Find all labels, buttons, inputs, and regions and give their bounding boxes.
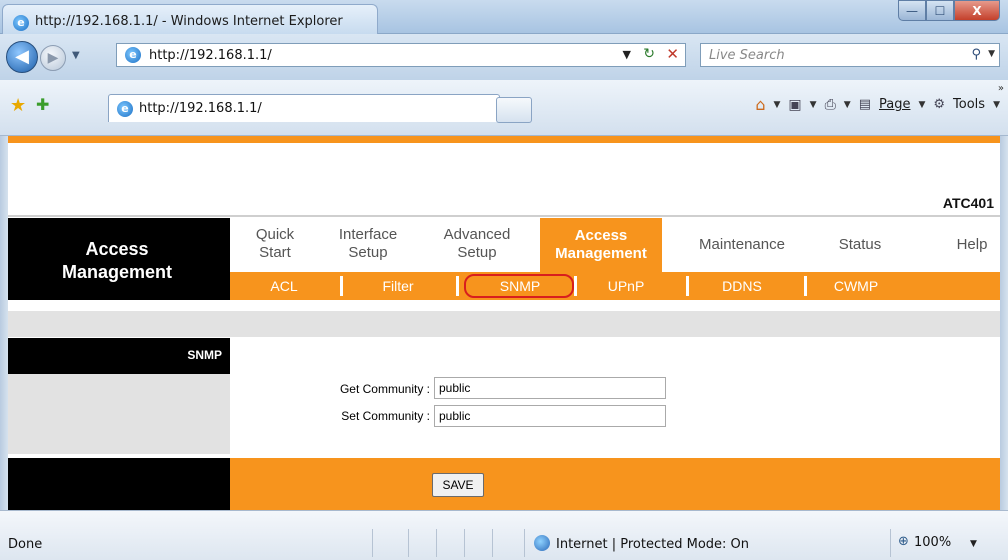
model-name: ATC401	[942, 195, 994, 211]
status-divider	[372, 529, 373, 557]
maximize-button[interactable]: ☐	[926, 0, 954, 21]
subnav-acl[interactable]: ACL	[234, 278, 334, 294]
footer-orange-bar	[230, 458, 1000, 510]
header-divider	[8, 215, 1000, 217]
window-title: http://192.168.1.1/ - Windows Internet E…	[35, 14, 343, 29]
subnav-separator	[686, 276, 689, 296]
status-divider	[492, 529, 493, 557]
subnav-ddns[interactable]: DDNS	[692, 278, 792, 294]
recent-pages-dropdown[interactable]: ▼	[72, 50, 80, 61]
subnav-separator	[340, 276, 343, 296]
top-orange-strip	[8, 136, 1000, 143]
sub-nav: ACL Filter SNMP UPnP DDNS CWMP	[230, 272, 1000, 300]
new-tab-button[interactable]	[496, 97, 532, 123]
footer-black-block	[8, 458, 230, 510]
subnav-snmp[interactable]: SNMP	[470, 278, 570, 294]
add-favorites-icon[interactable]: ✚	[36, 95, 49, 114]
nav-access-management[interactable]: Access Management	[540, 218, 662, 272]
print-icon[interactable]: ⎙	[825, 97, 836, 113]
favorites-command-bar: ★ ✚ e http://192.168.1.1/ ⌂ ▼ ▣ ▼ ⎙ ▼ ▤ …	[0, 80, 1008, 136]
forward-button[interactable]: ▶	[40, 45, 66, 71]
main-nav: Quick Start Interface Setup Advanced Setup …	[230, 218, 1000, 272]
left-frame-edge	[0, 136, 8, 510]
router-page: ATC401 Access Management Quick Start Inte…	[8, 136, 1000, 510]
search-placeholder: Live Search	[709, 48, 785, 63]
home-icon[interactable]: ⌂	[755, 95, 765, 114]
tools-menu-button[interactable]: Tools	[953, 97, 985, 112]
favorites-star-icon[interactable]: ★	[10, 95, 26, 116]
get-community-input[interactable]	[434, 377, 666, 399]
address-url[interactable]: http://192.168.1.1/	[149, 48, 272, 63]
page-menu-button[interactable]: Page	[879, 97, 910, 112]
address-field[interactable]: e http://192.168.1.1/ ▼ ↻ ✕	[116, 43, 686, 67]
status-divider	[408, 529, 409, 557]
feeds-icon[interactable]: ▣	[788, 97, 801, 113]
nav-interface-setup[interactable]: Interface Setup	[324, 226, 412, 262]
print-dropdown-icon[interactable]: ▼	[844, 100, 851, 110]
set-community-label: Set Community :	[341, 409, 430, 423]
ie-logo-icon: e	[13, 15, 29, 31]
page-favicon-icon: e	[125, 47, 141, 63]
status-divider	[436, 529, 437, 557]
search-options-icon[interactable]: ▼	[988, 49, 995, 59]
command-buttons: ⌂ ▼ ▣ ▼ ⎙ ▼ ▤ Page ▼ ⚙ Tools ▼	[755, 95, 1000, 114]
status-divider	[464, 529, 465, 557]
subnav-filter[interactable]: Filter	[348, 278, 448, 294]
nav-help[interactable]: Help	[942, 236, 1000, 254]
tab-favicon-icon: e	[117, 101, 133, 117]
left-gray-column	[8, 374, 230, 454]
right-frame-edge	[1000, 136, 1008, 510]
close-button[interactable]: X	[954, 0, 1000, 21]
subnav-cwmp[interactable]: CWMP	[806, 278, 906, 294]
section-title-line1: Access	[85, 239, 149, 259]
save-button[interactable]: SAVE	[432, 473, 484, 497]
address-toolbar: ◀ ▶ ▼ e http://192.168.1.1/ ▼ ↻ ✕ Live S…	[0, 34, 1008, 80]
more-commands-icon[interactable]: »	[998, 83, 1004, 94]
stop-icon[interactable]: ✕	[666, 45, 679, 63]
nav-advanced-setup[interactable]: Advanced Setup	[430, 226, 524, 262]
window-controls: — ☐ X	[898, 0, 1000, 22]
subnav-upnp[interactable]: UPnP	[576, 278, 676, 294]
search-input[interactable]: Live Search ⚲ ▼	[700, 43, 1000, 67]
tools-icon: ⚙	[933, 97, 946, 112]
search-icon[interactable]: ⚲	[971, 47, 981, 62]
section-title-line2: Management	[61, 262, 173, 282]
zoom-icon[interactable]: ⊕	[898, 534, 909, 549]
set-community-input[interactable]	[434, 405, 666, 427]
address-dropdown-icon[interactable]: ▼	[623, 48, 631, 61]
home-dropdown-icon[interactable]: ▼	[773, 100, 780, 110]
status-bar: Done Internet | Protected Mode: On ⊕ 100…	[0, 510, 1008, 560]
page-icon: ▤	[858, 97, 871, 112]
spacer-band	[8, 311, 1000, 337]
internet-zone-globe-icon	[534, 535, 550, 551]
status-divider	[524, 529, 525, 557]
nav-quick-start[interactable]: Quick Start	[244, 226, 306, 262]
subnav-separator	[456, 276, 459, 296]
page-dropdown-icon[interactable]: ▼	[918, 100, 925, 110]
nav-status[interactable]: Status	[820, 236, 900, 254]
title-tab: e http://192.168.1.1/ - Windows Internet…	[2, 4, 378, 34]
get-community-label: Get Community :	[339, 382, 430, 396]
feeds-dropdown-icon[interactable]: ▼	[810, 100, 817, 110]
tab-title: http://192.168.1.1/	[139, 101, 262, 116]
status-divider	[890, 529, 891, 557]
refresh-icon[interactable]: ↻	[643, 46, 655, 62]
status-text: Done	[8, 537, 43, 552]
minimize-button[interactable]: —	[898, 0, 926, 21]
zoom-dropdown-icon[interactable]: ▼	[970, 539, 977, 549]
browser-tab[interactable]: e http://192.168.1.1/	[108, 94, 500, 122]
snmp-panel-label: SNMP	[187, 348, 222, 362]
zoom-level[interactable]: 100%	[914, 535, 951, 550]
section-title: Access Management	[16, 238, 218, 284]
window-title-bar[interactable]: e http://192.168.1.1/ - Windows Internet…	[0, 0, 1008, 34]
tools-dropdown-icon[interactable]: ▼	[993, 100, 1000, 110]
back-button[interactable]: ◀	[6, 41, 38, 73]
security-zone-text[interactable]: Internet | Protected Mode: On	[556, 537, 749, 552]
nav-maintenance[interactable]: Maintenance	[682, 236, 802, 254]
